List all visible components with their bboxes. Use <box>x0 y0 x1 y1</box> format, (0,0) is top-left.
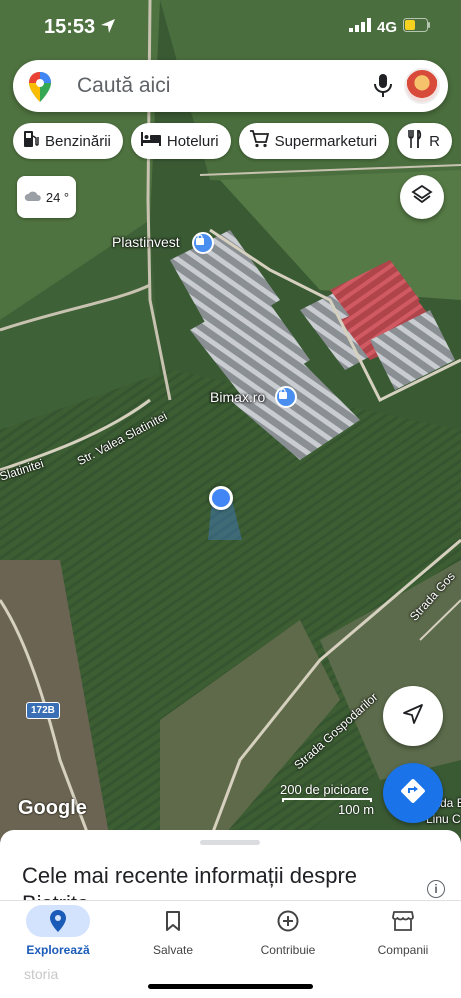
nav-businesses[interactable]: Companii <box>353 905 453 957</box>
gas-station-icon <box>23 130 39 152</box>
nav-saved[interactable]: Salvate <box>123 905 223 957</box>
add-circle-icon <box>256 905 320 937</box>
nav-label: Companii <box>377 943 429 957</box>
search-input[interactable]: Caută aici <box>77 74 170 98</box>
temperature: 24 ° <box>45 189 70 205</box>
status-time: 15:53 <box>44 16 96 38</box>
battery-icon <box>403 18 431 37</box>
bed-icon <box>140 132 161 150</box>
scale-meters: 100 m <box>338 802 375 817</box>
watermark: storia <box>24 966 59 982</box>
storefront-icon <box>371 905 435 937</box>
weather-badge[interactable]: 24 ° <box>17 176 76 218</box>
directions-icon <box>400 778 426 809</box>
signal-icon <box>348 18 371 37</box>
category-chips: Benzinării Hoteluri Supermarketuri R <box>13 123 452 159</box>
recenter-button[interactable] <box>383 686 443 746</box>
microphone-icon[interactable] <box>373 73 393 104</box>
chip-supermarkets[interactable]: Supermarketuri <box>238 123 390 159</box>
avatar[interactable] <box>404 68 440 104</box>
nav-label: Salvate <box>152 943 194 957</box>
place-label-bimax[interactable]: Bimax.ro <box>210 389 265 405</box>
search-bar[interactable]: Caută aici <box>13 60 448 112</box>
layers-button[interactable] <box>400 175 444 219</box>
nav-explore[interactable]: Explorează <box>8 905 108 957</box>
nav-contribute[interactable]: Contribuie <box>238 905 338 957</box>
layers-icon <box>411 184 433 211</box>
nav-label: Explorează <box>26 943 90 957</box>
scale-feet: 200 de picioare <box>280 782 369 797</box>
cloud-icon <box>24 190 42 205</box>
info-icon[interactable]: i <box>427 880 445 898</box>
directions-button[interactable] <box>383 763 443 823</box>
bookmark-icon <box>141 905 205 937</box>
chip-gas-stations[interactable]: Benzinării <box>13 123 123 159</box>
chip-label: Supermarketuri <box>274 132 378 150</box>
status-bar: 15:53 4G <box>0 0 461 52</box>
location-pin-icon <box>26 905 90 937</box>
network-type: 4G <box>376 19 397 36</box>
chip-label: Benzinării <box>45 132 111 150</box>
nav-label: Contribuie <box>260 943 316 957</box>
bottom-sheet[interactable]: Cele mai recente informații despre Bistr… <box>0 830 461 910</box>
navigation-arrow-icon <box>402 703 424 730</box>
shopping-bag-icon[interactable] <box>192 232 214 254</box>
shopping-bag-icon[interactable] <box>275 386 297 408</box>
chip-label: R <box>429 132 440 150</box>
route-badge-172b: 172B <box>26 702 60 719</box>
cart-icon <box>249 130 269 152</box>
sheet-drag-handle[interactable] <box>200 840 260 845</box>
chip-hotels[interactable]: Hoteluri <box>130 123 231 159</box>
google-maps-pin-icon <box>29 72 51 107</box>
current-location-dot <box>209 486 233 510</box>
google-logo: Google <box>18 797 87 819</box>
location-arrow-icon <box>100 18 116 39</box>
chip-restaurants[interactable]: R <box>397 123 452 159</box>
home-indicator[interactable] <box>148 984 313 989</box>
chip-label: Hoteluri <box>166 132 219 150</box>
restaurant-icon <box>407 128 423 152</box>
place-label-plastinvest[interactable]: Plastinvest <box>112 234 180 250</box>
